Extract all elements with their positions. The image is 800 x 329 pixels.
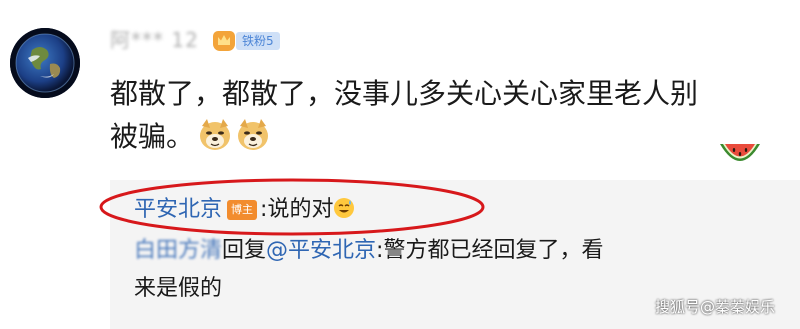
watermelon-icon bbox=[718, 138, 762, 172]
earth-avatar-image bbox=[10, 28, 80, 98]
watermark: 搜狐号@蓁蓁娱乐 bbox=[655, 298, 776, 316]
username[interactable]: 阿*** 12 bbox=[110, 28, 199, 52]
doge-icon bbox=[236, 118, 270, 152]
blogger-badge: 博主 bbox=[227, 200, 258, 220]
reply-author-link[interactable]: 平安北京 bbox=[134, 197, 222, 222]
reply-row-2: 白田方清回复@平安北京:警方都已经回复了，看 bbox=[134, 236, 603, 266]
fans-badge: 铁粉5 bbox=[236, 32, 280, 50]
mention-link[interactable]: @平安北京 bbox=[266, 238, 376, 263]
comment-text: 都散了，都散了，没事儿多关心关心家里老人别 被骗。 bbox=[110, 72, 710, 158]
sweat-smile-icon bbox=[333, 197, 355, 219]
avatar[interactable] bbox=[10, 28, 80, 98]
reply-row-2-continued: 来是假的 bbox=[134, 274, 222, 304]
comment-text-line1: 都散了，都散了，没事儿多关心关心家里老人别 bbox=[110, 77, 699, 110]
reply-text-line1: 警方都已经回复了，看 bbox=[383, 238, 604, 263]
comment-text-line2-container: 被骗。 bbox=[110, 115, 710, 158]
reply-row-1: 平安北京 博主:说的对 bbox=[134, 195, 355, 225]
reply-author-link[interactable]: 白田方清 bbox=[134, 238, 222, 263]
doge-icon bbox=[198, 118, 232, 152]
reply-text-line2: 来是假的 bbox=[134, 276, 223, 301]
crown-badge-icon bbox=[213, 31, 235, 51]
reply-text: 说的对 bbox=[267, 197, 334, 222]
reply-action: 回复 bbox=[222, 238, 267, 263]
comment-text-line2: 被骗。 bbox=[110, 120, 195, 153]
